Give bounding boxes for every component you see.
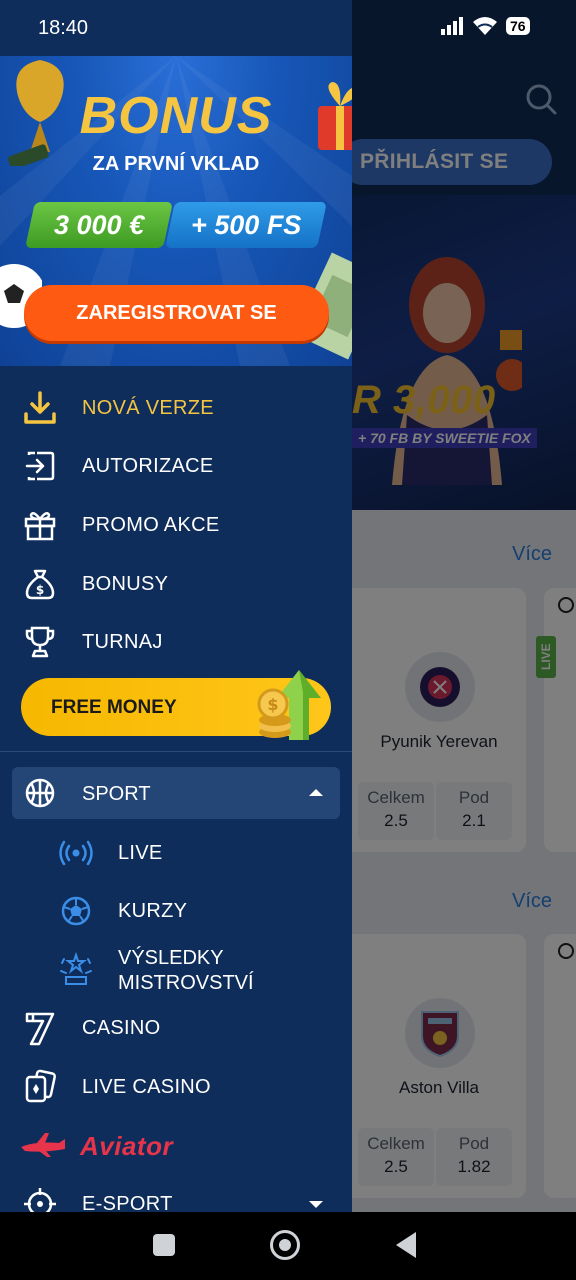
seven-icon — [22, 1010, 58, 1046]
battery-indicator: 76 — [506, 17, 530, 35]
signal-icon — [441, 17, 463, 35]
menu-label: TURNAJ — [82, 631, 163, 653]
chevron-up-icon[interactable] — [308, 787, 324, 797]
aviator-logo: Aviator — [80, 1131, 174, 1161]
menu-item-esport[interactable]: E-SPORT — [0, 1176, 352, 1212]
svg-text:$: $ — [36, 583, 44, 597]
free-money-label: FREE MONEY — [51, 697, 177, 718]
menu-label: E-SPORT — [82, 1193, 173, 1212]
svg-text:$: $ — [267, 695, 278, 714]
basketball-icon — [24, 777, 56, 809]
wifi-icon — [473, 17, 497, 35]
podium-stars-icon — [58, 951, 94, 987]
chevron-down-icon[interactable] — [308, 1200, 324, 1210]
submenu-item-live[interactable]: LIVE — [0, 825, 352, 881]
menu-label: BONUSY — [82, 573, 169, 595]
menu-item-authorization[interactable]: AUTORIZACE — [0, 438, 352, 494]
menu-label: AUTORIZACE — [82, 455, 214, 477]
download-icon — [22, 390, 58, 426]
bonus-spins-badge: + 500 FS — [165, 202, 327, 248]
menu-item-aviator[interactable] — [0, 1117, 352, 1173]
bonus-title: BONUS — [79, 87, 273, 145]
status-icons: 76 — [440, 16, 530, 36]
home-button[interactable] — [270, 1230, 300, 1260]
live-broadcast-icon — [58, 835, 94, 871]
menu-label: VÝSLEDKY MISTROVSTVÍ — [118, 947, 254, 994]
menu-label: NOVÁ VERZE — [82, 397, 214, 419]
free-money-button[interactable]: FREE MONEY $ — [21, 670, 331, 740]
menu-item-new-version[interactable]: NOVÁ VERZE — [0, 380, 352, 436]
menu-label: PROMO AKCE — [82, 514, 220, 536]
menu-item-sport[interactable]: SPORT — [12, 767, 340, 819]
coins-arrow-icon: $ — [257, 670, 321, 740]
crosshair-icon — [22, 1186, 58, 1212]
menu-item-promo[interactable]: PROMO AKCE — [0, 497, 352, 553]
menu-label: LIVE CASINO — [82, 1076, 211, 1098]
login-icon — [22, 448, 58, 484]
bonus-subtitle: ZA PRVNÍ VKLAD — [92, 153, 260, 175]
menu-item-tournament[interactable]: TURNAJ — [0, 614, 352, 670]
playing-cards-icon — [22, 1069, 58, 1105]
status-time: 18:40 — [38, 17, 89, 39]
submenu-item-odds[interactable]: KURZY — [0, 883, 352, 939]
bonus-money-badge: 3 000 € — [25, 202, 173, 248]
divider — [0, 751, 352, 752]
airplane-icon — [18, 1127, 68, 1163]
recents-button[interactable] — [153, 1234, 175, 1256]
navigation-drawer: BONUS ZA PRVNÍ VKLAD 3 000 € + 500 FS ZA… — [0, 0, 352, 1212]
gift-icon — [22, 507, 58, 543]
menu-item-casino[interactable]: CASINO — [0, 1000, 352, 1056]
trophy-icon — [22, 624, 58, 660]
bonus-promo: BONUS ZA PRVNÍ VKLAD 3 000 € + 500 FS ZA… — [0, 56, 352, 366]
menu-item-bonuses[interactable]: $ BONUSY — [0, 556, 352, 612]
system-navigation-bar — [0, 1212, 576, 1280]
menu-label: SPORT — [82, 783, 151, 805]
register-button[interactable]: ZAREGISTROVAT SE — [24, 285, 329, 341]
soccer-ball-icon — [58, 893, 94, 929]
menu-label: LIVE — [118, 842, 163, 864]
status-bar: 18:40 76 — [0, 0, 576, 56]
menu-label: CASINO — [82, 1017, 161, 1039]
menu-item-live-casino[interactable]: LIVE CASINO — [0, 1059, 352, 1115]
menu-label: KURZY — [118, 900, 188, 922]
money-bag-icon: $ — [22, 566, 58, 602]
back-button[interactable] — [396, 1232, 416, 1258]
